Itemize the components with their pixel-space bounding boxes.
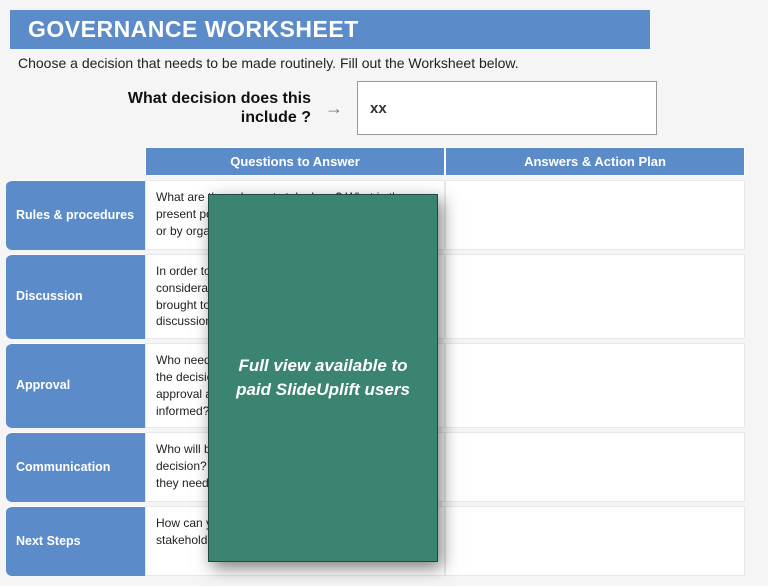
answer-cell[interactable] [445, 254, 745, 339]
column-header-answers: Answers & Action Plan [445, 147, 745, 176]
column-header-questions: Questions to Answer [145, 147, 445, 176]
paywall-overlay: Full view available to paid SlideUplift … [208, 194, 438, 562]
answer-cell[interactable] [445, 180, 745, 250]
decision-input-box[interactable]: xx [357, 81, 657, 135]
row-label-next-steps: Next Steps [6, 506, 145, 576]
page-title: GOVERNANCE WORKSHEET [10, 10, 650, 49]
row-label-approval: Approval [6, 343, 145, 428]
arrow-right-icon: → [325, 98, 343, 119]
paywall-message: Full view available to paid SlideUplift … [229, 354, 417, 402]
decision-question-label: What decision does this include ? [111, 89, 311, 127]
answer-cell[interactable] [445, 432, 745, 502]
answer-cell[interactable] [445, 343, 745, 428]
page-subtitle: Choose a decision that needs to be made … [18, 55, 768, 71]
row-label-rules: Rules & procedures [6, 180, 145, 250]
decision-row: What decision does this include ? → xx [0, 81, 768, 135]
row-label-communication: Communication [6, 432, 145, 502]
answer-cell[interactable] [445, 506, 745, 576]
row-label-discussion: Discussion [6, 254, 145, 339]
